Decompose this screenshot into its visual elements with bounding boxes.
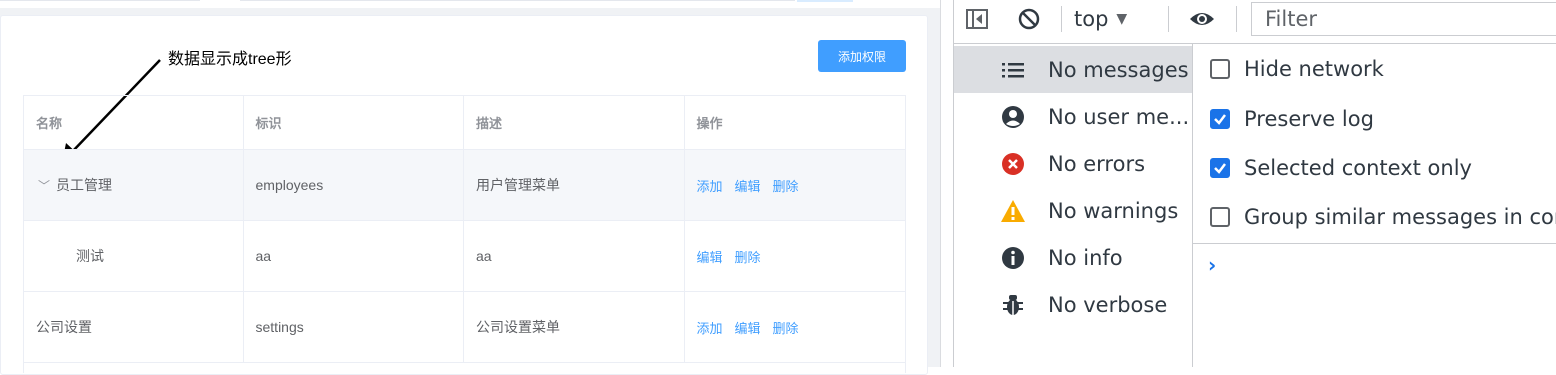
sidebar-item-messages[interactable]: No messages (954, 46, 1192, 93)
delete-link[interactable]: 删除 (735, 247, 761, 266)
devtools-console: top ▼ Filter No messages No user me... N… (954, 0, 1556, 367)
admin-page: 数据显示成tree形 添加权限 名称 标识 描述 操作 ﹀ 员工管理 emplo… (0, 0, 940, 375)
live-expression-icon[interactable] (1187, 6, 1217, 32)
table-row: ﹀ 员工管理 employees 用户管理菜单 添加 编辑 删除 (24, 150, 905, 221)
sidebar-item-warnings[interactable]: No warnings (954, 187, 1192, 234)
info-icon (1000, 245, 1026, 271)
checkbox-checked-icon[interactable] (1210, 109, 1230, 129)
sidebar-item-info[interactable]: No info (954, 234, 1192, 281)
annotation-text: 数据显示成tree形 (168, 51, 292, 68)
pane-divider[interactable] (940, 0, 954, 367)
header-code: 标识 (244, 96, 464, 149)
dropdown-caret-icon: ▼ (1116, 11, 1128, 27)
row-name: 测试 (76, 248, 104, 264)
header-name: 名称 (24, 96, 244, 149)
row-name: 公司设置 (36, 319, 92, 335)
edit-link[interactable]: 编辑 (735, 176, 761, 195)
add-link[interactable]: 添加 (697, 318, 723, 337)
clear-console-icon[interactable] (1016, 6, 1042, 32)
row-code: aa (244, 221, 464, 291)
sidebar-item-user-messages[interactable]: No user me... (954, 93, 1192, 140)
group-similar-option[interactable]: Group similar messages in con (1210, 202, 1556, 232)
hide-network-option[interactable]: Hide network (1210, 54, 1384, 84)
table-row: 公司设置 settings 公司设置菜单 添加 编辑 删除 (24, 292, 905, 363)
console-sidebar: No messages No user me... No errors No w… (954, 44, 1193, 367)
table-row: 测试 aa aa 编辑 删除 (24, 221, 905, 292)
preserve-log-option[interactable]: Preserve log (1210, 104, 1374, 134)
console-output[interactable] (1193, 244, 1556, 367)
row-name: 员工管理 (56, 177, 112, 193)
context-selector[interactable]: top ▼ (1074, 4, 1127, 34)
selected-context-option[interactable]: Selected context only (1210, 153, 1472, 183)
checkbox-checked-icon[interactable] (1210, 158, 1230, 178)
table-header: 名称 标识 描述 操作 (24, 96, 905, 150)
header-actions: 操作 (696, 116, 723, 131)
context-label: top (1074, 7, 1109, 31)
sidebar-item-errors[interactable]: No errors (954, 140, 1192, 187)
checkbox-unchecked-icon[interactable] (1210, 59, 1230, 79)
error-icon (1000, 151, 1026, 177)
permission-table: 名称 标识 描述 操作 ﹀ 员工管理 employees 用户管理菜单 添加 编… (23, 95, 906, 373)
sidebar-toggle-icon[interactable] (964, 6, 990, 32)
add-link[interactable]: 添加 (697, 176, 723, 195)
console-toolbar: top ▼ Filter (954, 0, 1556, 44)
user-icon (1000, 104, 1026, 130)
filter-input[interactable]: Filter (1251, 2, 1556, 36)
bug-icon (1000, 292, 1026, 318)
row-desc: aa (464, 221, 685, 291)
delete-link[interactable]: 删除 (773, 318, 799, 337)
row-desc: 用户管理菜单 (464, 150, 685, 220)
warning-icon (1000, 198, 1026, 224)
list-icon (1000, 57, 1026, 83)
header-desc: 描述 (464, 96, 685, 149)
console-prompt-icon[interactable]: › (1208, 253, 1216, 277)
row-desc: 公司设置菜单 (464, 292, 685, 362)
edit-link[interactable]: 编辑 (697, 247, 723, 266)
sidebar-item-verbose[interactable]: No verbose (954, 281, 1192, 328)
row-code: employees (244, 150, 464, 220)
console-settings: Hide network Preserve log Selected conte… (1193, 44, 1556, 244)
add-permission-button[interactable]: 添加权限 (818, 40, 906, 72)
delete-link[interactable]: 删除 (773, 176, 799, 195)
expand-chevron-icon[interactable]: ﹀ (38, 177, 56, 194)
row-code: settings (244, 292, 464, 362)
checkbox-unchecked-icon[interactable] (1210, 207, 1230, 227)
edit-link[interactable]: 编辑 (735, 318, 761, 337)
